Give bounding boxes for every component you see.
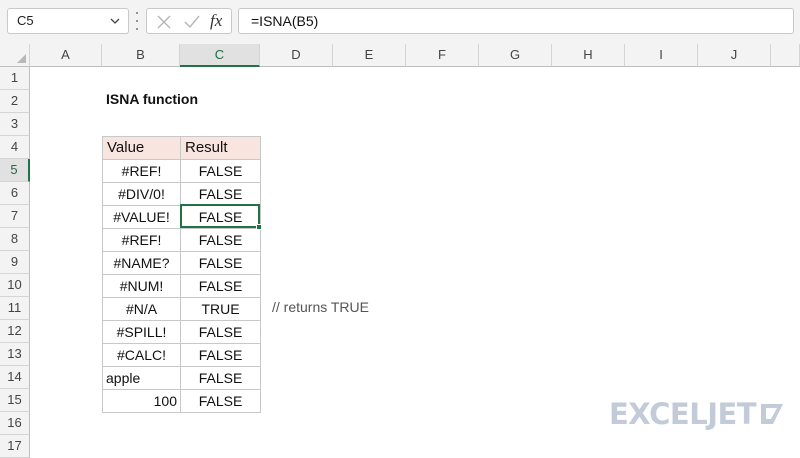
row-header-16[interactable]: 16 [0, 412, 30, 435]
row-header-1[interactable]: 1 [0, 67, 30, 90]
column-header-e[interactable]: E [333, 44, 406, 67]
table-cell-result[interactable]: FALSE [180, 366, 261, 390]
table-cell-result[interactable]: FALSE [180, 274, 261, 298]
table-cell-value[interactable]: #NAME? [102, 251, 181, 275]
more-options-icon[interactable] [135, 12, 138, 30]
row-header-17[interactable]: 17 [0, 435, 30, 458]
sheet-title[interactable]: ISNA function [106, 88, 198, 110]
table-cell-value[interactable]: #N/A [102, 297, 181, 321]
insert-function-icon[interactable]: fx [210, 9, 222, 33]
column-header-c[interactable]: C [180, 44, 260, 67]
table-cell-value[interactable]: 100 [102, 389, 181, 413]
fill-handle[interactable] [256, 224, 262, 230]
note-returns-true[interactable]: // returns TRUE [272, 296, 369, 318]
cancel-icon[interactable] [156, 14, 172, 30]
row-header-5[interactable]: 5 [0, 159, 30, 182]
formula-input[interactable]: =ISNA(B5) [238, 8, 794, 34]
row-header-9[interactable]: 9 [0, 251, 30, 274]
table-cell-result[interactable]: TRUE [180, 297, 261, 321]
table-cell-result[interactable]: FALSE [180, 182, 261, 206]
table-cell-value[interactable]: #SPILL! [102, 320, 181, 344]
column-header-h[interactable]: H [552, 44, 625, 67]
table-cell-result[interactable]: FALSE [180, 228, 261, 252]
row-header-15[interactable]: 15 [0, 389, 30, 412]
column-header-f[interactable]: F [406, 44, 479, 67]
row-header-14[interactable]: 14 [0, 366, 30, 389]
table-cell-value[interactable]: apple [102, 366, 181, 390]
row-header-11[interactable]: 11 [0, 297, 30, 320]
column-header-filler [771, 44, 800, 67]
row-header-8[interactable]: 8 [0, 228, 30, 251]
column-header-a[interactable]: A [30, 44, 102, 67]
table-header-value[interactable]: Value [102, 136, 181, 160]
table-cell-result[interactable]: FALSE [180, 389, 261, 413]
table-cell-value[interactable]: #DIV/0! [102, 182, 181, 206]
table-header-result[interactable]: Result [180, 136, 261, 160]
row-header-7[interactable]: 7 [0, 205, 30, 228]
row-header-10[interactable]: 10 [0, 274, 30, 297]
table-cell-result[interactable]: FALSE [180, 251, 261, 275]
table-cell-value[interactable]: #CALC! [102, 343, 181, 367]
table-cell-value[interactable]: #REF! [102, 159, 181, 183]
column-header-g[interactable]: G [479, 44, 552, 67]
row-header-4[interactable]: 4 [0, 136, 30, 159]
row-header-6[interactable]: 6 [0, 182, 30, 205]
column-header-b[interactable]: B [102, 44, 180, 67]
table-cell-result[interactable]: FALSE [180, 159, 261, 183]
table-cell-result[interactable]: FALSE [180, 320, 261, 344]
chevron-down-icon[interactable] [109, 9, 121, 41]
column-header-i[interactable]: I [625, 44, 698, 67]
select-all-button[interactable] [0, 44, 30, 67]
row-header-13[interactable]: 13 [0, 343, 30, 366]
table-cell-result[interactable]: FALSE [180, 343, 261, 367]
formula-bar: C5 fx =ISNA(B5) [0, 0, 800, 44]
row-header-12[interactable]: 12 [0, 320, 30, 343]
name-box-value: C5 [17, 13, 34, 28]
logo-flag-icon [761, 404, 784, 424]
column-header-j[interactable]: J [698, 44, 771, 67]
table-cell-value[interactable]: #VALUE! [102, 205, 181, 229]
worksheet-grid[interactable]: ABCDEFGHIJ 1 2 3 4 5 6 7 8 9 10 11 12 13 14 15 16 17 ISN… [0, 44, 800, 458]
exceljet-logo: EXCELJET [609, 396, 785, 432]
table-cell-value[interactable]: #REF! [102, 228, 181, 252]
logo-text: EXCELJET [609, 397, 757, 431]
formula-buttons: fx [146, 8, 232, 34]
name-box[interactable]: C5 [7, 8, 129, 34]
column-header-d[interactable]: D [260, 44, 333, 67]
active-cell-border [180, 204, 260, 228]
row-header-2[interactable]: 2 [0, 90, 30, 113]
enter-check-icon[interactable] [183, 14, 201, 30]
table-cell-value[interactable]: #NUM! [102, 274, 181, 298]
row-header-3[interactable]: 3 [0, 113, 30, 136]
